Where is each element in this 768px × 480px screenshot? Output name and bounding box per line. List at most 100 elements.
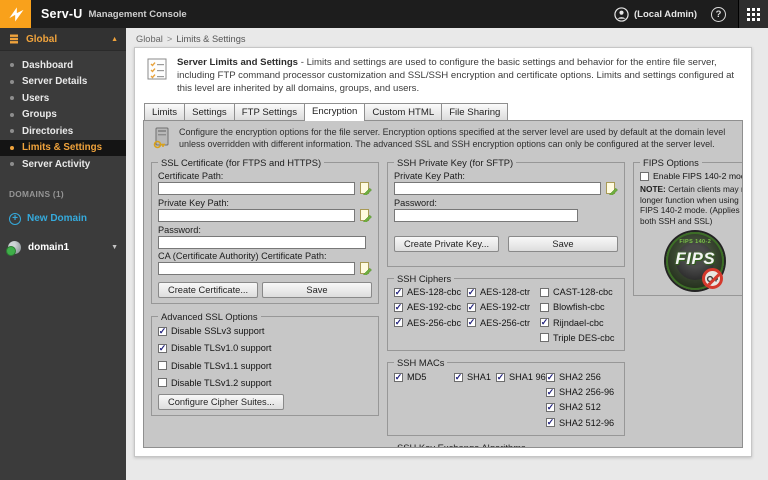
checkbox-box[interactable] xyxy=(158,361,167,371)
main-area: Global > Limits & Settings Server Limits a… xyxy=(126,28,768,480)
sftp-private-key-path-input[interactable] xyxy=(394,182,601,196)
ssl-save-button[interactable]: Save xyxy=(262,281,372,298)
browse-icon[interactable] xyxy=(358,262,372,276)
checkbox-box[interactable] xyxy=(540,287,549,297)
app-grid-button[interactable] xyxy=(738,0,768,28)
checkbox-box[interactable]: ✓ xyxy=(394,287,403,297)
chevron-up-icon[interactable]: ▲ xyxy=(111,36,118,43)
advanced-ssl-options-group: Advanced SSL Options ✓ Disable SSLv3 supp… xyxy=(151,310,379,417)
settings-list-icon xyxy=(147,58,167,80)
checkbox-box[interactable] xyxy=(540,333,549,343)
sidebar-global-header[interactable]: Global ▲ xyxy=(0,28,126,51)
configure-cipher-suites-button[interactable]: Configure Cipher Suites... xyxy=(158,394,285,411)
checkbox-box[interactable]: ✓ xyxy=(467,318,476,328)
server-icon xyxy=(10,34,18,44)
checkbox-aes-128-ctr[interactable]: ✓ AES-128-ctr xyxy=(467,287,540,297)
sftp-password-input[interactable] xyxy=(394,208,578,222)
page-overview: Server Limits and Settings - Limits and … xyxy=(143,57,743,103)
tab-limits[interactable]: Limits xyxy=(144,103,186,121)
ssh-ciphers-group: SSH Ciphers ✓ AES-128-cbc ✓ AES-192-cbc ✓ AES… xyxy=(387,272,625,352)
sftp-password-label: Password: xyxy=(394,197,437,208)
checkbox-box[interactable]: ✓ xyxy=(546,402,555,412)
tab-bar: Limits Settings FTP Settings Encryption Cust… xyxy=(143,102,743,122)
checkbox-box[interactable] xyxy=(158,378,167,388)
checkbox-box[interactable]: ✓ xyxy=(454,372,463,382)
checkbox-box[interactable]: ✓ xyxy=(546,418,555,428)
tab-ftp-settings[interactable]: FTP Settings xyxy=(233,103,306,121)
checkbox-box[interactable]: ✓ xyxy=(158,326,167,336)
new-domain-button[interactable]: + New Domain xyxy=(0,199,126,225)
checkbox-aes-128-cbc[interactable]: ✓ AES-128-cbc xyxy=(394,287,467,297)
browse-icon[interactable] xyxy=(604,182,618,196)
chevron-down-icon[interactable]: ▼ xyxy=(111,244,118,251)
checkbox-aes-192-cbc[interactable]: ✓ AES-192-cbc xyxy=(394,302,467,312)
checkbox-disable-tlsv1-0-support[interactable]: ✓ Disable TLSv1.0 support xyxy=(158,343,271,353)
ca-certificate-path-input[interactable] xyxy=(158,262,355,276)
sidebar-item-users[interactable]: Users xyxy=(0,90,126,107)
checkbox-sha2-256-96[interactable]: ✓ SHA2 256-96 xyxy=(546,387,614,397)
checkbox-box[interactable]: ✓ xyxy=(394,318,403,328)
ssh-save-button[interactable]: Save xyxy=(508,235,618,252)
checkbox-box[interactable] xyxy=(640,171,649,181)
checkbox-aes-192-ctr[interactable]: ✓ AES-192-ctr xyxy=(467,302,540,312)
checkbox-enable-fips-140-2-mode[interactable]: Enable FIPS 140-2 mode xyxy=(640,171,742,181)
checkbox-box[interactable]: ✓ xyxy=(496,372,505,382)
ssl-private-key-path-input[interactable] xyxy=(158,209,355,223)
checkbox-box[interactable]: ✓ xyxy=(546,372,555,382)
tab-settings[interactable]: Settings xyxy=(184,103,235,121)
sidebar-item-label: Server Activity xyxy=(22,158,91,170)
checkbox-box[interactable]: ✓ xyxy=(394,302,403,312)
checkbox-rijndael-cbc[interactable]: ✓ Rijndael-cbc xyxy=(540,318,614,328)
checkbox-box[interactable]: ✓ xyxy=(467,287,476,297)
create-certificate-button[interactable]: Create Certificate... xyxy=(158,281,259,298)
user-menu[interactable]: (Local Admin) xyxy=(614,6,697,22)
help-icon[interactable]: ? xyxy=(711,6,726,22)
tab-custom-html[interactable]: Custom HTML xyxy=(364,103,443,121)
ssh-macs-group: SSH MACs ✓ MD5 ✓ SHA1 ✓ SHA1 96 ✓ SHA2 256 ✓ SHA2… xyxy=(387,357,625,437)
domain-name: domain1 xyxy=(28,241,70,253)
ca-certificate-path-label: CA (Certificate Authority) Certificate P… xyxy=(158,250,327,261)
checkbox-box[interactable]: ✓ xyxy=(158,343,167,353)
create-private-key-button[interactable]: Create Private Key... xyxy=(394,235,500,252)
checkbox-label: Blowfish-cbc xyxy=(553,302,605,313)
certificate-path-input[interactable] xyxy=(158,182,355,196)
checkbox-box[interactable]: ✓ xyxy=(540,318,549,328)
checkbox-column: CAST-128-cbc Blowfish-cbc ✓ Rijndael-cbc Tri… xyxy=(540,285,614,346)
checkbox-md5[interactable]: ✓ MD5 xyxy=(394,372,454,382)
checkbox-box[interactable] xyxy=(540,302,549,312)
checkbox-label: CAST-128-cbc xyxy=(553,287,613,298)
browse-icon[interactable] xyxy=(358,182,372,196)
checkbox-blowfish-cbc[interactable]: Blowfish-cbc xyxy=(540,302,614,312)
breadcrumb-root[interactable]: Global xyxy=(136,34,163,44)
sidebar-items: Dashboard Server Details Users Groups Direct… xyxy=(0,51,126,173)
checkbox-label: SHA2 256-96 xyxy=(559,387,615,398)
checkbox-triple-des-cbc[interactable]: Triple DES-cbc xyxy=(540,333,614,343)
sidebar-item-groups[interactable]: Groups xyxy=(0,107,126,124)
checkbox-cast-128-cbc[interactable]: CAST-128-cbc xyxy=(540,287,614,297)
sidebar-item-server-activity[interactable]: Server Activity xyxy=(0,156,126,173)
ssl-password-input[interactable] xyxy=(158,235,366,249)
checkbox-sha2-512[interactable]: ✓ SHA2 512 xyxy=(546,402,614,412)
tab-encryption[interactable]: Encryption xyxy=(304,102,366,122)
checkbox-disable-tlsv1-2-support[interactable]: Disable TLSv1.2 support xyxy=(158,378,271,388)
tab-file-sharing[interactable]: File Sharing xyxy=(441,103,509,121)
sidebar-item-server-details[interactable]: Server Details xyxy=(0,74,126,91)
checkbox-box[interactable]: ✓ xyxy=(546,387,555,397)
sidebar-item-domain1[interactable]: domain1 ▼ xyxy=(0,225,126,256)
checkbox-sha1-96[interactable]: ✓ SHA1 96 xyxy=(496,372,546,382)
certificate-path-label: Certificate Path: xyxy=(158,170,224,181)
checkbox-box[interactable]: ✓ xyxy=(467,302,476,312)
checkbox-sha2-512-96[interactable]: ✓ SHA2 512-96 xyxy=(546,418,614,428)
checkbox-label: Disable SSLv3 support xyxy=(171,326,265,337)
checkbox-sha2-256[interactable]: ✓ SHA2 256 xyxy=(546,372,614,382)
checkbox-box[interactable]: ✓ xyxy=(394,372,403,382)
checkbox-disable-sslv3-support[interactable]: ✓ Disable SSLv3 support xyxy=(158,326,271,336)
checkbox-aes-256-cbc[interactable]: ✓ AES-256-cbc xyxy=(394,318,467,328)
sidebar-item-dashboard[interactable]: Dashboard xyxy=(0,57,126,74)
sidebar-item-limits-settings[interactable]: Limits & Settings xyxy=(0,139,126,156)
checkbox-disable-tlsv1-1-support[interactable]: Disable TLSv1.1 support xyxy=(158,361,271,371)
sidebar-item-directories[interactable]: Directories xyxy=(0,123,126,140)
checkbox-aes-256-ctr[interactable]: ✓ AES-256-ctr xyxy=(467,318,540,328)
browse-icon[interactable] xyxy=(358,209,372,223)
checkbox-sha1[interactable]: ✓ SHA1 xyxy=(454,372,496,382)
